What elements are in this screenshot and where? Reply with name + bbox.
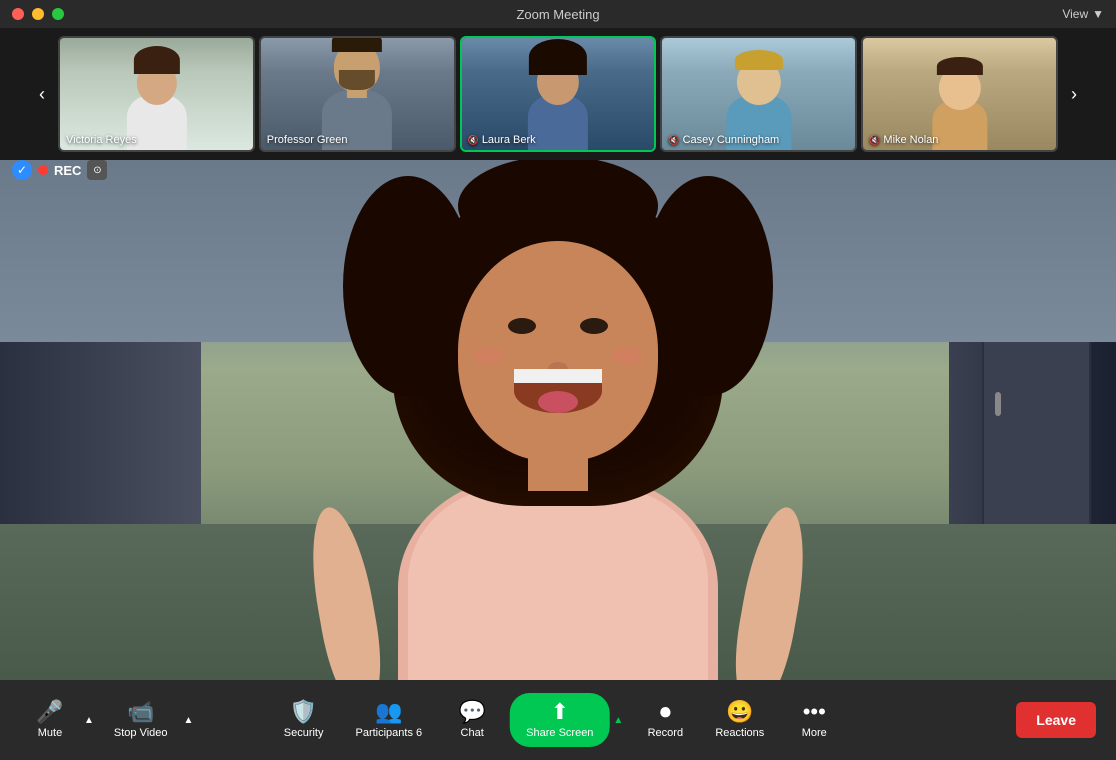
participants-button[interactable]: 👥 Participants 6 [343, 693, 434, 747]
participant-thumb-laura[interactable]: 🔇 Laura Berk [460, 36, 657, 152]
reactions-button[interactable]: 😀 Reactions [703, 693, 776, 747]
toolbar-center: 🛡️ Security 👥 Participants 6 💬 Chat ⬆ Sh… [272, 693, 845, 747]
window-title: Zoom Meeting [516, 7, 599, 22]
titlebar: Zoom Meeting View ▼ [0, 0, 1116, 28]
close-button[interactable] [12, 8, 24, 20]
participant-name-professor: Professor Green [267, 134, 348, 146]
recording-label: REC [54, 163, 81, 178]
recording-bar: ✓ REC ⊙ [12, 160, 107, 180]
next-icon: › [1071, 84, 1077, 105]
maximize-button[interactable] [52, 8, 64, 20]
participant-name-victoria: Victoria Reyes [66, 134, 137, 146]
recording-dot-icon [38, 165, 48, 175]
participant-thumb-professor[interactable]: Professor Green [259, 36, 456, 152]
camera-recording-icon: ⊙ [87, 160, 107, 180]
mute-button[interactable]: 🎤 Mute [20, 693, 80, 747]
toolbar-right: Leave [1016, 702, 1096, 738]
next-nav-button[interactable]: › [1062, 28, 1086, 160]
stop-video-label: Stop Video [114, 727, 168, 739]
view-chevron-icon: ▼ [1092, 7, 1104, 21]
reactions-icon: 😀 [726, 701, 753, 723]
security-label: Security [284, 727, 324, 739]
video-group: 📹 Stop Video ▲ [102, 693, 198, 747]
participant-thumb-casey[interactable]: 🔇 Casey Cunningham [660, 36, 857, 152]
leave-button[interactable]: Leave [1016, 702, 1096, 738]
record-label: Record [648, 727, 683, 739]
minimize-button[interactable] [32, 8, 44, 20]
share-screen-button[interactable]: ⬆ Share Screen [510, 693, 609, 747]
security-icon: 🛡️ [290, 701, 317, 723]
participant-thumb-mike[interactable]: 🔇 Mike Nolan [861, 36, 1058, 152]
view-label: View [1062, 7, 1088, 21]
view-menu[interactable]: View ▼ [1062, 7, 1104, 21]
microphone-icon: 🎤 [36, 701, 63, 723]
share-screen-chevron-button[interactable]: ▲ [609, 711, 627, 730]
participants-label: Participants 6 [355, 727, 422, 739]
participant-name-mike: 🔇 Mike Nolan [869, 134, 938, 146]
chat-button[interactable]: 💬 Chat [442, 693, 502, 747]
share-screen-icon: ⬆ [551, 701, 569, 723]
participants-icon: 👥 [375, 701, 402, 723]
participants-list: Victoria Reyes Profe [58, 28, 1058, 160]
share-screen-group: ⬆ Share Screen ▲ [510, 693, 627, 747]
security-button[interactable]: 🛡️ Security [272, 693, 336, 747]
prev-nav-button[interactable]: ‹ [30, 28, 54, 160]
more-icon: ••• [803, 701, 826, 723]
participant-thumb-victoria[interactable]: Victoria Reyes [58, 36, 255, 152]
main-video-area [0, 160, 1116, 680]
chat-label: Chat [461, 727, 484, 739]
video-icon: 📹 [127, 701, 154, 723]
record-button[interactable]: ⏺ Record [635, 693, 695, 747]
participant-name-laura: 🔇 Laura Berk [468, 134, 536, 146]
toolbar-left: 🎤 Mute ▲ 📹 Stop Video ▲ [20, 693, 197, 747]
video-chevron-button[interactable]: ▲ [180, 711, 198, 730]
participant-name-casey: 🔇 Casey Cunningham [668, 134, 779, 146]
record-icon: ⏺ [660, 701, 671, 723]
more-label: More [802, 727, 827, 739]
window-controls [12, 8, 64, 20]
toolbar: 🎤 Mute ▲ 📹 Stop Video ▲ 🛡️ Security 👥 Pa… [0, 680, 1116, 760]
check-icon: ✓ [12, 160, 32, 180]
more-button[interactable]: ••• More [784, 693, 844, 747]
room-background [0, 160, 1116, 680]
prev-icon: ‹ [39, 84, 45, 105]
chat-icon: 💬 [458, 701, 485, 723]
share-screen-label: Share Screen [526, 727, 593, 739]
participant-strip: ‹ Victoria Reyes [0, 28, 1116, 160]
mute-group: 🎤 Mute ▲ [20, 693, 98, 747]
mute-chevron-button[interactable]: ▲ [80, 711, 98, 730]
reactions-label: Reactions [715, 727, 764, 739]
mute-label: Mute [38, 727, 62, 739]
stop-video-button[interactable]: 📹 Stop Video [102, 693, 180, 747]
